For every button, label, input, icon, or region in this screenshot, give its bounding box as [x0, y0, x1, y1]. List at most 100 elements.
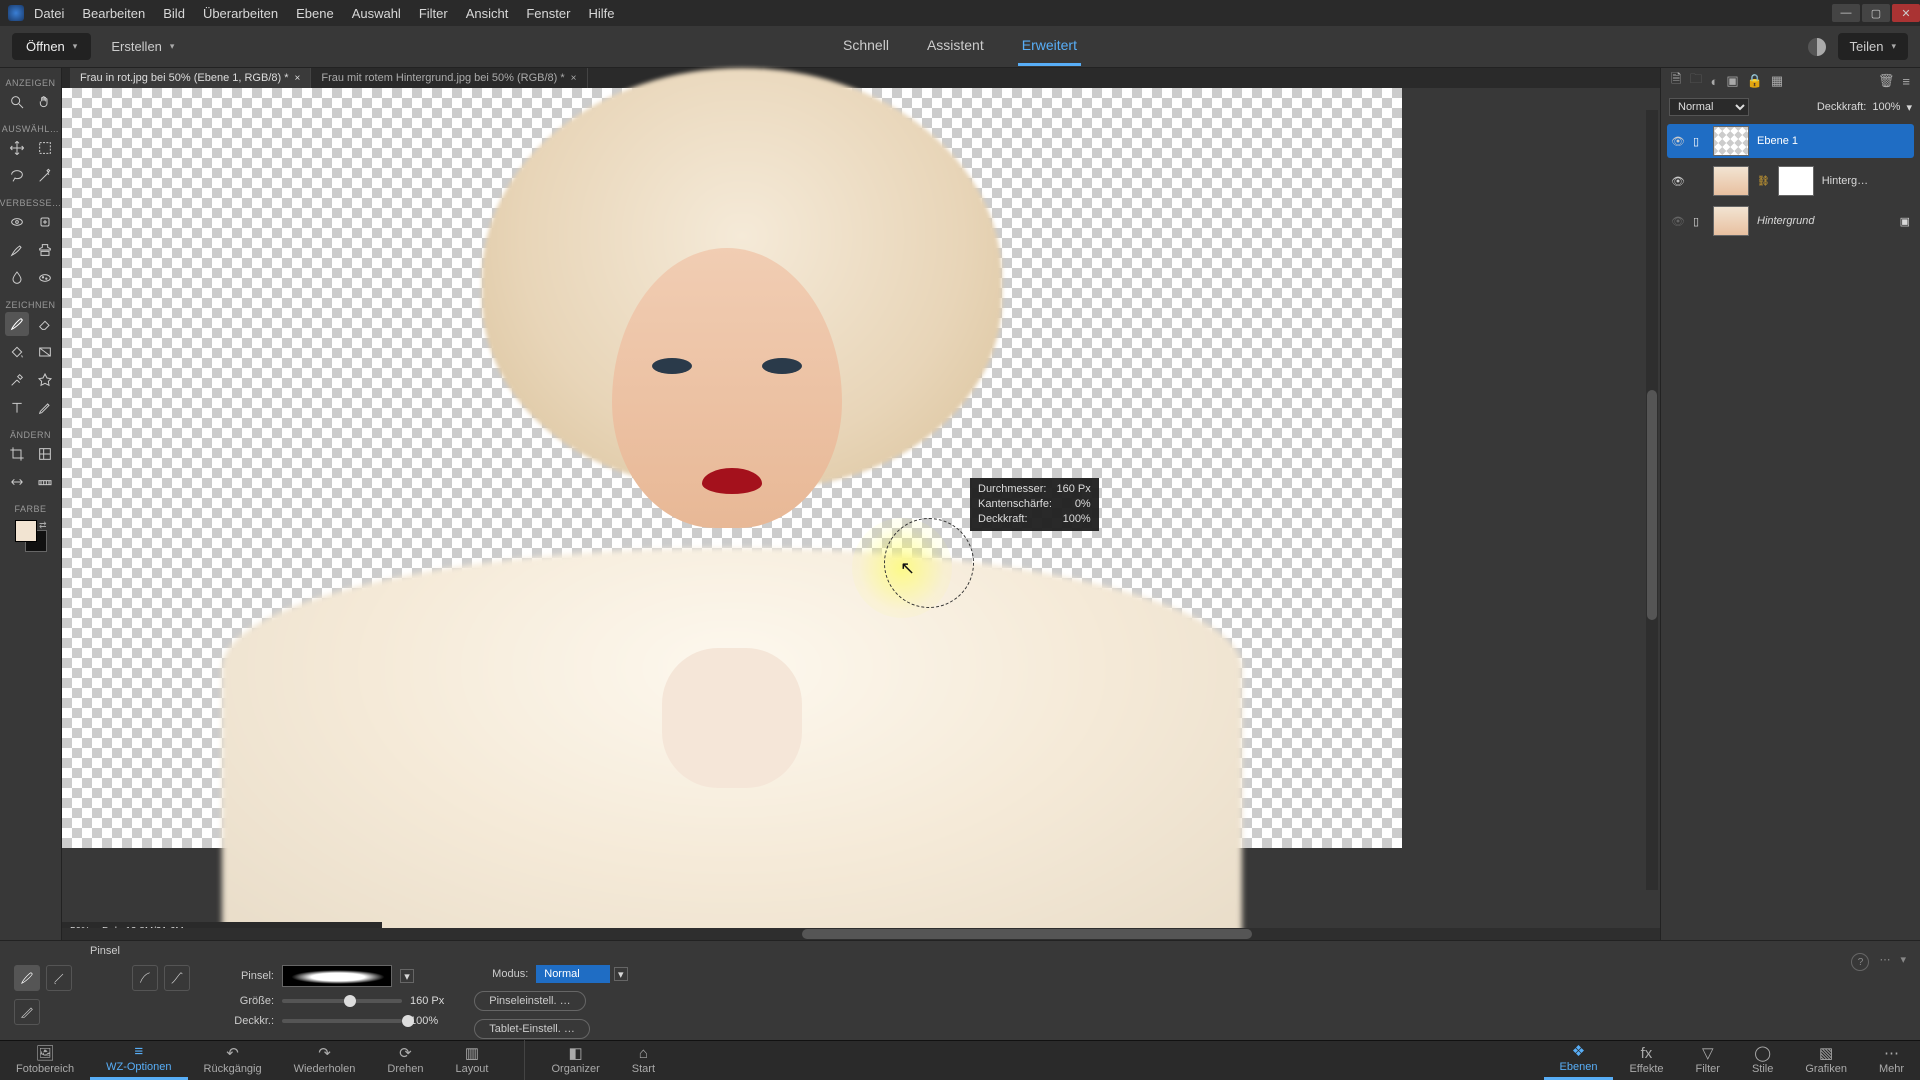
- blend-mode-select[interactable]: Normal: [1669, 98, 1749, 116]
- taskbar-ebenen[interactable]: ❖Ebenen: [1544, 1040, 1614, 1080]
- eyedropper-tool-icon[interactable]: [5, 368, 29, 392]
- menu-bild[interactable]: Bild: [163, 6, 185, 21]
- layer-name[interactable]: Ebene 1: [1757, 135, 1798, 147]
- menu-ansicht[interactable]: Ansicht: [466, 6, 509, 21]
- brush-preview[interactable]: [282, 965, 392, 987]
- blend-mode-select[interactable]: Normal: [536, 965, 609, 983]
- taskbar-layout[interactable]: ▥Layout: [439, 1040, 504, 1080]
- eraser-tool-icon[interactable]: [33, 312, 57, 336]
- share-button[interactable]: Teilen: [1838, 33, 1909, 60]
- menu-ueberarbeiten[interactable]: Überarbeiten: [203, 6, 278, 21]
- theme-toggle-icon[interactable]: [1808, 38, 1826, 56]
- tab-schnell[interactable]: Schnell: [839, 27, 893, 66]
- vertical-scrollbar[interactable]: [1646, 110, 1658, 890]
- taskbar-wz-optionen[interactable]: ≡WZ-Optionen: [90, 1040, 187, 1080]
- taskbar-filter[interactable]: ▽Filter: [1680, 1040, 1736, 1080]
- clone-stamp-tool-icon[interactable]: [33, 238, 57, 262]
- layer-mask-thumbnail[interactable]: [1778, 166, 1814, 196]
- menu-hilfe[interactable]: Hilfe: [588, 6, 614, 21]
- swap-colors-icon[interactable]: ⇄: [39, 520, 47, 531]
- taskbar-wiederholen[interactable]: ↷Wiederholen: [278, 1040, 372, 1080]
- marquee-tool-icon[interactable]: [33, 136, 57, 160]
- brush-variant-4-icon[interactable]: [132, 965, 158, 991]
- layer-row[interactable]: 👁 ▯ Hintergrund ▣: [1667, 204, 1914, 238]
- layer-extra-icon[interactable]: ▯: [1693, 215, 1705, 228]
- new-layer-icon[interactable]: 🗎: [1671, 70, 1681, 92]
- brush-variant-1-icon[interactable]: [14, 965, 40, 991]
- create-button[interactable]: Erstellen: [111, 39, 174, 54]
- layer-mask-icon[interactable]: ▣: [1726, 73, 1738, 89]
- new-group-icon[interactable]: 🗀: [1689, 70, 1702, 92]
- adjustment-layer-icon[interactable]: ◐: [1710, 74, 1718, 89]
- pencil-tool-icon[interactable]: [33, 396, 57, 420]
- spot-heal-tool-icon[interactable]: [33, 210, 57, 234]
- taskbar-mehr[interactable]: ⋯Mehr: [1863, 1040, 1920, 1080]
- crop-tool-icon[interactable]: [5, 442, 29, 466]
- layer-name[interactable]: Hintergrund: [1757, 215, 1814, 227]
- link-icon[interactable]: ⛓: [1757, 176, 1770, 187]
- canvas[interactable]: ↖ Durchmesser:160 Px Kantenschärfe:0% De…: [62, 88, 1402, 848]
- options-menu-icon[interactable]: ⋯: [1879, 953, 1890, 966]
- menu-datei[interactable]: Datei: [34, 6, 64, 21]
- color-swatch[interactable]: ⇄: [15, 520, 47, 552]
- document-tab-1[interactable]: Frau in rot.jpg bei 50% (Ebene 1, RGB/8)…: [70, 68, 311, 88]
- tablet-settings-button[interactable]: Tablet-Einstell. …: [474, 1019, 590, 1039]
- taskbar-effekte[interactable]: fxEffekte: [1613, 1040, 1679, 1080]
- lasso-tool-icon[interactable]: [5, 164, 29, 188]
- recompose-tool-icon[interactable]: [33, 442, 57, 466]
- visibility-toggle-icon[interactable]: 👁: [1671, 215, 1685, 228]
- taskbar-start[interactable]: ⌂Start: [616, 1040, 671, 1080]
- help-icon[interactable]: ?: [1851, 953, 1869, 971]
- redeye-tool-icon[interactable]: [5, 210, 29, 234]
- menu-filter[interactable]: Filter: [419, 6, 448, 21]
- shape-tool-icon[interactable]: [33, 368, 57, 392]
- layer-name[interactable]: Hinterg…: [1822, 175, 1868, 187]
- window-maximize-button[interactable]: ▢: [1862, 4, 1890, 22]
- window-minimize-button[interactable]: —: [1832, 4, 1860, 22]
- close-tab-icon[interactable]: ×: [295, 73, 301, 84]
- brush-variant-3-icon[interactable]: [14, 999, 40, 1025]
- size-value[interactable]: 160 Px: [410, 995, 444, 1007]
- visibility-toggle-icon[interactable]: 👁: [1671, 175, 1685, 188]
- taskbar-organizer[interactable]: ◧Organizer: [535, 1040, 615, 1080]
- layer-thumbnail[interactable]: [1713, 126, 1749, 156]
- sponge-tool-icon[interactable]: [33, 266, 57, 290]
- document-tab-2[interactable]: Frau mit rotem Hintergrund.jpg bei 50% (…: [311, 68, 587, 88]
- type-tool-icon[interactable]: [5, 396, 29, 420]
- chevron-down-icon[interactable]: ▾: [614, 967, 628, 981]
- gradient-tool-icon[interactable]: [33, 340, 57, 364]
- panel-menu-icon[interactable]: ≡: [1902, 74, 1910, 89]
- hand-tool-icon[interactable]: [33, 90, 57, 114]
- lock-layer-icon[interactable]: 🔒: [1747, 73, 1763, 89]
- move-tool-icon[interactable]: [5, 136, 29, 160]
- taskbar-grafiken[interactable]: ▧Grafiken: [1789, 1040, 1863, 1080]
- menu-fenster[interactable]: Fenster: [526, 6, 570, 21]
- taskbar-stile[interactable]: ◯Stile: [1736, 1040, 1789, 1080]
- open-button[interactable]: Öffnen: [12, 33, 91, 60]
- close-tab-icon[interactable]: ×: [571, 73, 577, 84]
- brush-variant-2-icon[interactable]: [46, 965, 72, 991]
- foreground-color-swatch[interactable]: [15, 520, 37, 542]
- brush-variant-5-icon[interactable]: [164, 965, 190, 991]
- tab-erweitert[interactable]: Erweitert: [1018, 27, 1081, 66]
- smart-brush-tool-icon[interactable]: [5, 238, 29, 262]
- magic-wand-tool-icon[interactable]: [33, 164, 57, 188]
- straighten-tool-icon[interactable]: [33, 470, 57, 494]
- taskbar-rückgängig[interactable]: ↶Rückgängig: [188, 1040, 278, 1080]
- zoom-tool-icon[interactable]: [5, 90, 29, 114]
- chevron-down-icon[interactable]: ▾: [1906, 101, 1912, 114]
- menu-auswahl[interactable]: Auswahl: [352, 6, 401, 21]
- brush-tool-icon[interactable]: [5, 312, 29, 336]
- horizontal-scrollbar[interactable]: [62, 928, 1660, 940]
- brush-settings-button[interactable]: Pinseleinstell. …: [474, 991, 585, 1011]
- layer-thumbnail[interactable]: [1713, 166, 1749, 196]
- layer-row[interactable]: 👁 ⛓ Hinterg…: [1667, 164, 1914, 198]
- layer-row[interactable]: 👁 ▯ Ebene 1: [1667, 124, 1914, 158]
- brush-picker-dropdown-icon[interactable]: ▾: [400, 969, 414, 983]
- blur-tool-icon[interactable]: [5, 266, 29, 290]
- opacity-value[interactable]: 100%: [410, 1015, 438, 1027]
- taskbar-drehen[interactable]: ⟳Drehen: [371, 1040, 439, 1080]
- size-slider[interactable]: [282, 999, 402, 1003]
- content-aware-move-tool-icon[interactable]: [5, 470, 29, 494]
- taskbar-fotobereich[interactable]: 🖼Fotobereich: [0, 1040, 90, 1080]
